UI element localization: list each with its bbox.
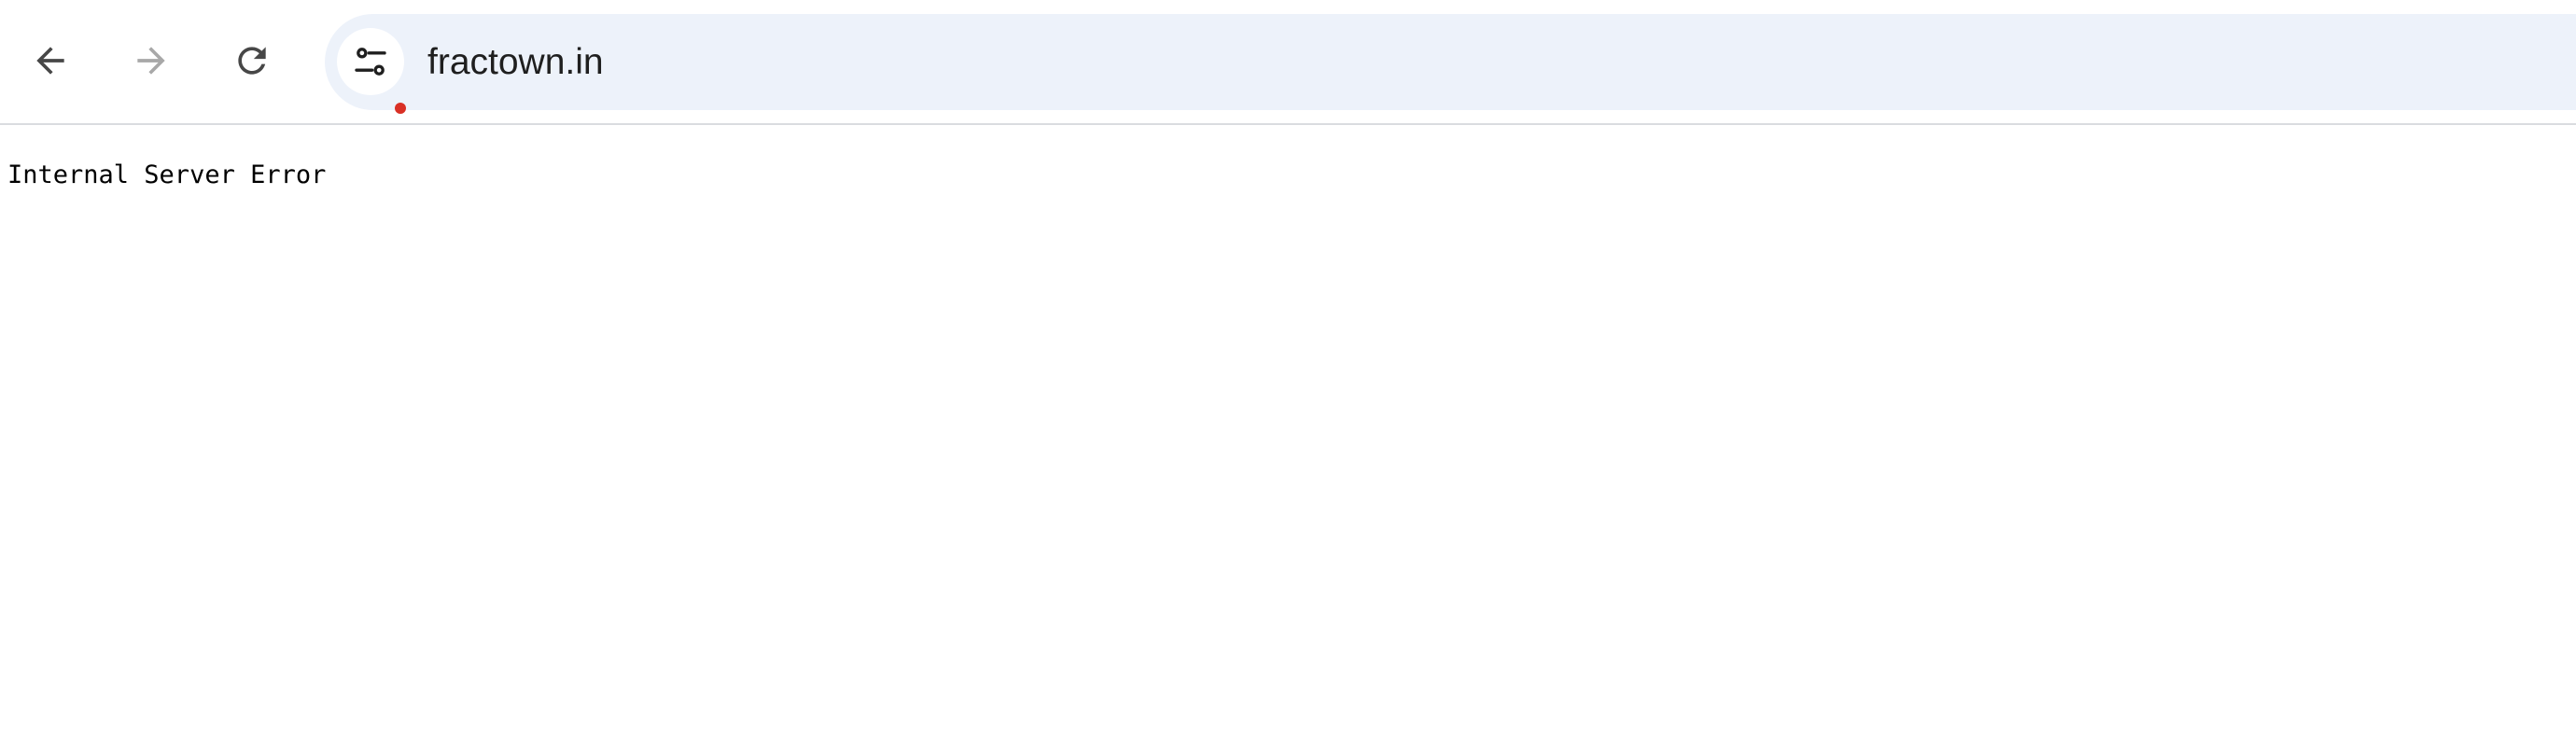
back-button[interactable] — [15, 25, 86, 96]
forward-button[interactable] — [116, 25, 187, 96]
reload-button[interactable] — [217, 25, 287, 96]
url-text[interactable]: fractown.in — [427, 14, 604, 110]
address-bar[interactable]: fractown.in — [325, 14, 2576, 114]
reload-icon — [238, 47, 266, 75]
arrow-right-icon — [137, 47, 165, 75]
page-content: Internal Server Error — [0, 127, 2576, 753]
browser-toolbar: fractown.in — [0, 0, 2576, 125]
arrow-left-icon — [36, 47, 64, 75]
tune-icon — [355, 48, 386, 76]
site-info-button[interactable] — [337, 28, 406, 114]
error-message: Internal Server Error — [7, 160, 327, 189]
alert-dot — [395, 103, 406, 114]
